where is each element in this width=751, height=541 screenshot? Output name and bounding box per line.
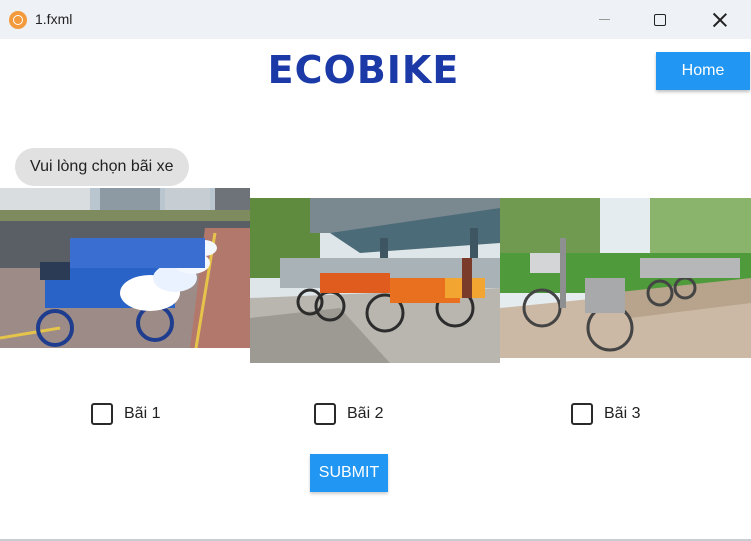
app-title: ECOBIKE: [267, 48, 460, 92]
choice-label: Bãi 2: [347, 405, 384, 422]
bike-station-photo-1: [0, 188, 250, 348]
window-title: 1.fxml: [35, 11, 73, 27]
choice-bai-2[interactable]: Bãi 2: [314, 403, 383, 425]
choice-bai-3[interactable]: Bãi 3: [571, 403, 640, 425]
app-icon: [9, 11, 27, 29]
choice-label: Bãi 1: [124, 405, 161, 422]
checkbox-bai-1[interactable]: [91, 403, 113, 425]
minimize-button[interactable]: [581, 0, 627, 39]
maximize-button[interactable]: [637, 0, 683, 39]
title-bar: 1.fxml: [0, 0, 751, 39]
home-button[interactable]: Home: [656, 52, 750, 90]
checkbox-bai-3[interactable]: [571, 403, 593, 425]
close-icon: [713, 13, 727, 27]
minimize-icon: [598, 19, 610, 20]
choice-label: Bãi 3: [604, 405, 641, 422]
choice-bai-1[interactable]: Bãi 1: [91, 403, 160, 425]
submit-button[interactable]: SUBMIT: [310, 454, 388, 492]
close-button[interactable]: [697, 0, 743, 39]
bike-station-photo-3: [500, 198, 751, 358]
maximize-icon: [654, 13, 666, 26]
checkbox-bai-2[interactable]: [314, 403, 336, 425]
prompt-label: Vui lòng chọn bãi xe: [15, 148, 189, 186]
bike-station-photo-2: [250, 198, 500, 363]
